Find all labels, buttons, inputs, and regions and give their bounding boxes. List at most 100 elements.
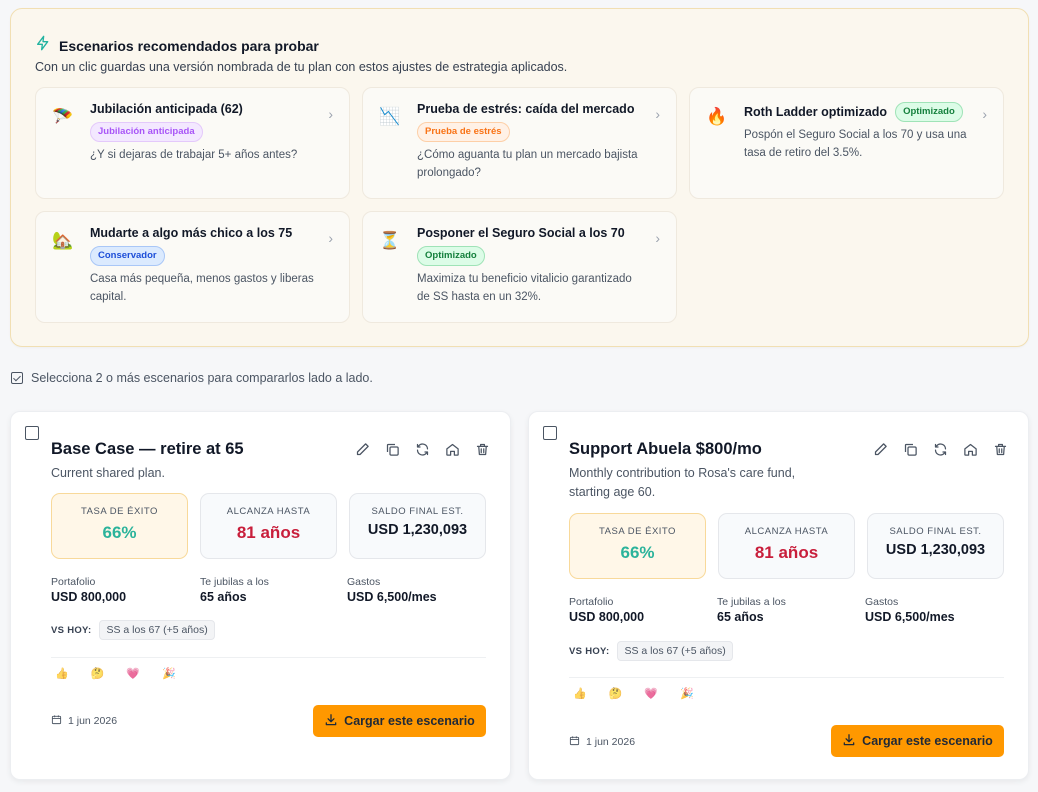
compare-hint: Selecciona 2 o más escenarios para compa… [11,371,373,385]
card-description: Maximiza tu beneficio vitalicio garantiz… [417,273,632,303]
portfolio-label: Portafolio [569,596,614,608]
compare-hint-text: Selecciona 2 o más escenarios para compa… [31,371,373,385]
select-scenario-checkbox[interactable] [25,426,39,440]
load-scenario-button[interactable]: Cargar este escenario [313,705,486,737]
calendar-icon [569,735,580,749]
recommended-card-roth-ladder[interactable]: 🔥 Roth Ladder optimizado Optimizado Posp… [689,87,1004,199]
load-scenario-button[interactable]: Cargar este escenario [831,725,1004,757]
house-icon: 🏡 [52,231,74,250]
scenario-description: Monthly contribution to Rosa's care fund… [569,466,796,499]
created-date: 1 jun 2026 [68,715,118,727]
recommended-panel: Escenarios recomendados para probar Con … [10,8,1029,347]
category-badge: Optimizado [895,102,963,122]
hourglass-icon: ⏳ [379,231,401,250]
divider [51,657,486,658]
edit-icon[interactable] [355,442,370,457]
reactions-row: 👍 🤔 💗 🎉 [55,667,176,680]
reach-age-stat: ALCANZA HASTA 81 años [718,513,855,579]
created-date: 1 jun 2026 [586,736,636,748]
success-rate-value: 66% [620,543,655,562]
chevron-right-icon: › [982,106,987,122]
expenses-label: Gastos [347,576,381,588]
trash-icon[interactable] [993,442,1008,457]
card-description: ¿Cómo aguanta tu plan un mercado bajista… [417,149,638,179]
party-icon[interactable]: 🎉 [680,687,694,700]
scenario-description: Current shared plan. [51,466,165,480]
success-rate-stat: TASA DE ÉXITO 66% [569,513,706,579]
refresh-icon[interactable] [415,442,430,457]
vs-today-label: VS HOY: [51,624,92,636]
chevron-right-icon: › [655,230,660,246]
retire-age-label: Te jubilas a los [200,576,269,588]
success-rate-label: TASA DE ÉXITO [599,526,676,537]
download-icon [842,733,856,750]
category-badge: Prueba de estrés [417,122,510,142]
edit-icon[interactable] [873,442,888,457]
chart-down-icon: 🪂 [52,107,74,126]
retire-age-value: 65 años [717,610,764,624]
scenario-actions [873,442,1008,457]
card-title: Mudarte a algo más chico a los 75 [90,226,293,240]
trash-icon[interactable] [475,442,490,457]
refresh-icon[interactable] [933,442,948,457]
card-title: Prueba de estrés: caída del mercado [417,102,635,116]
vs-today-row: VS HOY: SS a los 67 (+5 años) [51,620,215,640]
reactions-row: 👍 🤔 💗 🎉 [573,687,694,700]
heart-icon[interactable]: 💗 [126,667,140,680]
success-rate-stat: TASA DE ÉXITO 66% [51,493,188,559]
checkbox-checked-icon [11,372,23,384]
thinking-icon[interactable]: 🤔 [609,687,623,700]
recommended-card-delay-ss[interactable]: ⏳ Posponer el Seguro Social a los 70 Opt… [362,211,677,323]
party-icon[interactable]: 🎉 [162,667,176,680]
thinking-icon[interactable]: 🤔 [91,667,105,680]
download-icon [324,713,338,730]
select-scenario-checkbox[interactable] [543,426,557,440]
success-rate-value: 66% [102,523,137,542]
chevron-right-icon: › [328,230,333,246]
final-balance-label: SALDO FINAL EST. [889,526,982,537]
portfolio-field: Portafolio USD 800,000 [51,576,126,604]
portfolio-value: USD 800,000 [51,590,127,604]
card-description: ¿Y si dejaras de trabajar 5+ años antes? [90,149,298,161]
final-balance-value: USD 1,230,093 [367,522,468,538]
recommended-card-early-retirement[interactable]: 🪂 Jubilación anticipada (62) Jubilación … [35,87,350,199]
duplicate-icon[interactable] [903,442,918,457]
vs-today-row: VS HOY: SS a los 67 (+5 años) [569,641,733,661]
portfolio-value: USD 800,000 [569,610,645,624]
duplicate-icon[interactable] [385,442,400,457]
reach-age-label: ALCANZA HASTA [744,526,829,537]
portfolio-label: Portafolio [51,576,96,588]
portfolio-field: Portafolio USD 800,000 [569,596,644,624]
fire-icon: 🔥 [706,107,728,126]
final-balance-value: USD 1,230,093 [885,542,986,558]
scenario-title: Support Abuela $800/mo [569,440,762,458]
vs-today-label: VS HOY: [569,645,610,657]
home-icon[interactable] [445,442,460,457]
calendar-icon [51,714,62,728]
card-description: Pospón el Seguro Social a los 70 y usa u… [744,129,967,159]
thumbs-up-icon[interactable]: 👍 [55,667,69,680]
scenario-title: Base Case — retire at 65 [51,440,244,458]
recommended-subtitle: Con un clic guardas una versión nombrada… [35,60,568,74]
reach-age-value: 81 años [236,523,301,542]
reach-age-label: ALCANZA HASTA [226,506,311,517]
recommended-header: Escenarios recomendados para probar [35,35,319,56]
thumbs-up-icon[interactable]: 👍 [573,687,587,700]
expenses-value: USD 6,500/mes [347,590,437,604]
card-title: Roth Ladder optimizado [744,105,888,119]
heart-icon[interactable]: 💗 [644,687,658,700]
divider [569,677,1004,678]
scenario-actions [355,442,490,457]
load-scenario-label: Cargar este escenario [862,734,993,748]
retire-age-field: Te jubilas a los 65 años [200,576,269,604]
reach-age-value: 81 años [754,543,819,562]
retire-age-value: 65 años [200,590,247,604]
recommended-card-stress-test[interactable]: 📉 Prueba de estrés: caída del mercado Pr… [362,87,677,199]
home-icon[interactable] [963,442,978,457]
recommended-card-downsize[interactable]: 🏡 Mudarte a algo más chico a los 75 Cons… [35,211,350,323]
chart-decreasing-icon: 📉 [379,107,401,126]
retire-age-label: Te jubilas a los [717,596,786,608]
card-title: Jubilación anticipada (62) [90,102,243,116]
final-balance-stat: SALDO FINAL EST. USD 1,230,093 [867,513,1004,579]
lightning-icon [35,35,51,56]
